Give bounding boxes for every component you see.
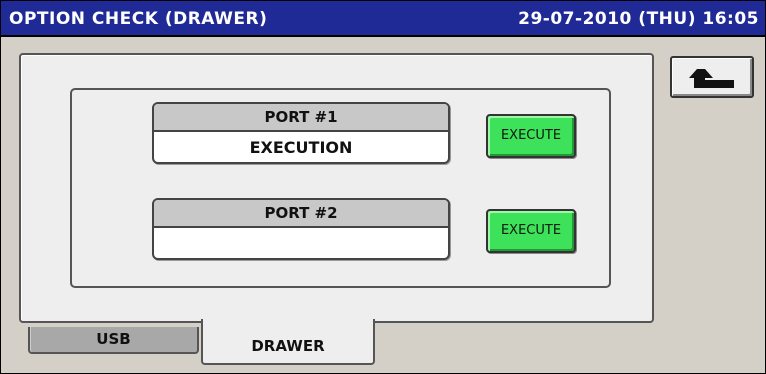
page-title: OPTION CHECK (DRAWER) [9,9,268,29]
date-time: 29-07-2010 (THU) 16:05 [518,9,759,29]
port-panel: PORT #1 EXECUTION EXECUTE PORT #2 EXECUT… [70,88,611,288]
return-arrow-icon [689,69,734,88]
port-1-box: PORT #1 EXECUTION [152,102,450,164]
port-2-execute-button[interactable]: EXECUTE [486,209,576,253]
back-button[interactable] [670,56,754,98]
title-bar: OPTION CHECK (DRAWER) 29-07-2010 (THU) 1… [1,1,765,37]
port-2-status [154,228,448,258]
port-2-label: PORT #2 [154,200,448,228]
tab-drawer[interactable]: DRAWER [201,319,375,365]
screen: OPTION CHECK (DRAWER) 29-07-2010 (THU) 1… [0,0,766,374]
port-1-label: PORT #1 [154,104,448,132]
port-1-status: EXECUTION [249,138,353,157]
tab-usb[interactable]: USB [28,327,199,354]
port-1-execute-button[interactable]: EXECUTE [486,114,576,158]
port-2-box: PORT #2 [152,198,450,260]
main-panel: PORT #1 EXECUTION EXECUTE PORT #2 EXECUT… [19,53,654,323]
